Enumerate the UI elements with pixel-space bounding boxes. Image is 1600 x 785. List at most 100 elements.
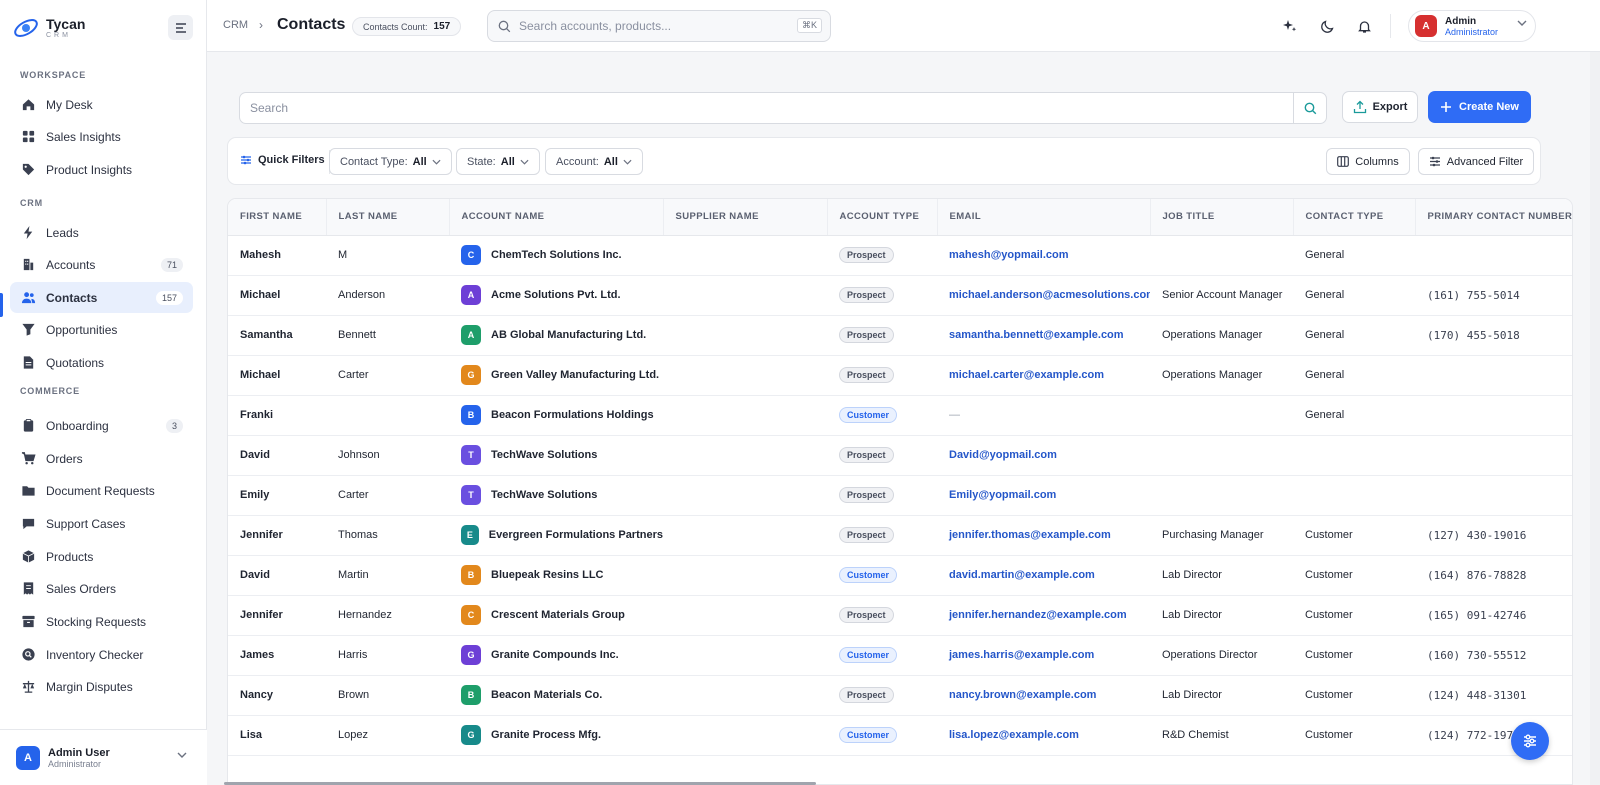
sidebar-item-support-cases[interactable]: Support Cases — [10, 508, 193, 539]
cell-email[interactable]: mahesh@yopmail.com — [937, 235, 1150, 276]
column-header-primary-contact-number[interactable]: PRIMARY CONTACT NUMBER — [1415, 199, 1572, 236]
page-scrollbar[interactable] — [1590, 52, 1600, 785]
account-link[interactable]: B Bluepeak Resins LLC — [461, 565, 663, 585]
cell-account-type: Prospect — [827, 475, 937, 516]
column-header-account-type[interactable]: ACCOUNT TYPE — [827, 199, 938, 236]
account-filter[interactable]: Account: All — [545, 148, 643, 175]
contacts-table-card: FIRST NAME LAST NAME ACCOUNT NAME SUPPLIER … — [227, 198, 1573, 785]
cell-first-name: Nancy — [228, 675, 326, 716]
sidebar-item-leads[interactable]: Leads — [10, 217, 193, 248]
cell-email[interactable]: michael.carter@example.com — [937, 355, 1150, 396]
column-header-contact-type[interactable]: CONTACT TYPE — [1293, 199, 1416, 236]
cell-contact-type: Customer — [1293, 515, 1415, 556]
account-link[interactable]: E Evergreen Formulations Partners — [461, 525, 663, 545]
table-row[interactable]: Nancy Brown B Beacon Materials Co. Prospect n… — [228, 675, 1572, 716]
collapse-sidebar-button[interactable] — [168, 15, 193, 40]
brand[interactable]: Tycan CRM — [12, 14, 85, 42]
table-row[interactable]: Mahesh M C ChemTech Solutions Inc. Prospect m… — [228, 235, 1572, 276]
table-row[interactable]: Lisa Lopez G Granite Process Mfg. Customer li… — [228, 715, 1572, 756]
table-row[interactable]: Samantha Bennett A AB Global Manufacturing … — [228, 315, 1572, 356]
create-new-button[interactable]: Create New — [1428, 91, 1531, 123]
sidebar-item-orders[interactable]: Orders — [10, 443, 193, 474]
sidebar-item-product-insights[interactable]: Product Insights — [10, 154, 193, 185]
column-header-job-title[interactable]: JOB TITLE — [1150, 199, 1294, 236]
sidebar-item-sales-insights[interactable]: Sales Insights — [10, 121, 193, 152]
sidebar-item-inventory-checker[interactable]: Inventory Checker — [10, 639, 193, 670]
account-link[interactable]: B Beacon Formulations Holdings — [461, 405, 663, 425]
table-row[interactable]: Michael Carter G Green Valley Manufacturing… — [228, 355, 1572, 396]
notifications-button[interactable] — [1354, 16, 1374, 36]
cell-contact-type: General — [1293, 275, 1415, 316]
search-submit-button[interactable] — [1293, 93, 1326, 123]
settings-fab-button[interactable] — [1511, 722, 1549, 760]
cell-account-type: Customer — [827, 715, 937, 756]
account-link[interactable]: C ChemTech Solutions Inc. — [461, 245, 663, 265]
cell-email[interactable]: samantha.bennett@example.com — [937, 315, 1150, 356]
sidebar-item-onboarding[interactable]: Onboarding 3 — [10, 410, 193, 441]
account-link[interactable]: G Granite Process Mfg. — [461, 725, 663, 745]
profile-menu[interactable]: A Admin Administrator — [1408, 10, 1536, 42]
sidebar-item-margin-disputes[interactable]: Margin Disputes — [10, 671, 193, 702]
cell-last-name: Brown — [326, 675, 449, 716]
cart-icon — [20, 451, 36, 467]
column-header-first-name[interactable]: FIRST NAME — [228, 199, 327, 236]
column-header-supplier-name[interactable]: SUPPLIER NAME — [663, 199, 828, 236]
sidebar-item-opportunities[interactable]: Opportunities — [10, 314, 193, 345]
cell-email[interactable]: michael.anderson@acmesolutions.com — [937, 275, 1150, 316]
global-search-input[interactable] — [519, 19, 779, 33]
columns-button[interactable]: Columns — [1326, 148, 1410, 175]
table-row[interactable]: David Martin B Bluepeak Resins LLC Customer d… — [228, 555, 1572, 596]
quick-filters-toggle[interactable]: Quick Filters — [240, 154, 325, 166]
cell-email[interactable]: jennifer.thomas@example.com — [937, 515, 1150, 556]
table-row[interactable]: Emily Carter T TechWave Solutions Prospect Em… — [228, 475, 1572, 516]
contact-type-filter[interactable]: Contact Type: All — [329, 148, 452, 175]
cell-email[interactable]: jennifer.hernandez@example.com — [937, 595, 1150, 636]
account-link[interactable]: A AB Global Manufacturing Ltd. — [461, 325, 663, 345]
cell-email[interactable]: james.harris@example.com — [937, 635, 1150, 676]
sidebar-item-my-desk[interactable]: My Desk — [10, 89, 193, 120]
table-row[interactable]: Franki B Beacon Formulations Holdings Custo… — [228, 395, 1572, 436]
theme-toggle-button[interactable] — [1317, 16, 1337, 36]
sidebar-item-stocking-requests[interactable]: Stocking Requests — [10, 606, 193, 637]
sidebar-item-sales-orders[interactable]: Sales Orders — [10, 573, 193, 604]
cell-email[interactable]: David@yopmail.com — [937, 435, 1150, 476]
cell-email[interactable]: Emily@yopmail.com — [937, 475, 1150, 516]
table-row[interactable]: Michael Anderson A Acme Solutions Pvt. Ltd.… — [228, 275, 1572, 316]
column-header-last-name[interactable]: LAST NAME — [326, 199, 450, 236]
cell-email[interactable]: nancy.brown@example.com — [937, 675, 1150, 716]
account-avatar: B — [461, 685, 481, 705]
account-link[interactable]: G Green Valley Manufacturing Ltd. — [461, 365, 663, 385]
export-button[interactable]: Export — [1342, 91, 1418, 123]
account-avatar: C — [461, 605, 481, 625]
column-header-account-name[interactable]: ACCOUNT NAME — [449, 199, 664, 236]
account-link[interactable]: T TechWave Solutions — [461, 485, 663, 505]
advanced-filter-button[interactable]: Advanced Filter — [1418, 148, 1534, 175]
table-row[interactable]: David Johnson T TechWave Solutions Prospect D… — [228, 435, 1572, 476]
account-link[interactable]: A Acme Solutions Pvt. Ltd. — [461, 285, 663, 305]
ai-sparkle-button[interactable] — [1280, 16, 1300, 36]
state-filter[interactable]: State: All — [456, 148, 540, 175]
column-header-email[interactable]: EMAIL — [937, 199, 1151, 236]
contacts-search[interactable] — [239, 92, 1327, 124]
account-avatar: E — [461, 525, 479, 545]
account-link[interactable]: G Granite Compounds Inc. — [461, 645, 663, 665]
cell-email[interactable]: lisa.lopez@example.com — [937, 715, 1150, 756]
sidebar-item-document-requests[interactable]: Document Requests — [10, 475, 193, 506]
account-link[interactable]: C Crescent Materials Group — [461, 605, 663, 625]
account-link[interactable]: T TechWave Solutions — [461, 445, 663, 465]
breadcrumb-crm[interactable]: CRM — [223, 19, 248, 31]
table-row[interactable]: Jennifer Hernandez C Crescent Materials Gro… — [228, 595, 1572, 636]
advanced-filter-label: Advanced Filter — [1446, 155, 1524, 168]
cell-email[interactable]: david.martin@example.com — [937, 555, 1150, 596]
table-row[interactable]: James Harris G Granite Compounds Inc. Custom… — [228, 635, 1572, 676]
account-link[interactable]: B Beacon Materials Co. — [461, 685, 663, 705]
global-search[interactable]: ⌘K — [487, 10, 831, 42]
sidebar-item-products[interactable]: Products — [10, 541, 193, 572]
sidebar-item-quotations[interactable]: Quotations — [10, 347, 193, 378]
cell-supplier-name — [663, 395, 827, 436]
table-row[interactable]: Jennifer Thomas E Evergreen Formulations Pa… — [228, 515, 1572, 556]
sidebar-item-contacts[interactable]: Contacts 157 — [10, 282, 193, 313]
user-footer[interactable]: A Admin User Administrator — [0, 729, 207, 785]
sidebar-item-accounts[interactable]: Accounts 71 — [10, 249, 193, 280]
contacts-search-input[interactable] — [250, 101, 1290, 115]
